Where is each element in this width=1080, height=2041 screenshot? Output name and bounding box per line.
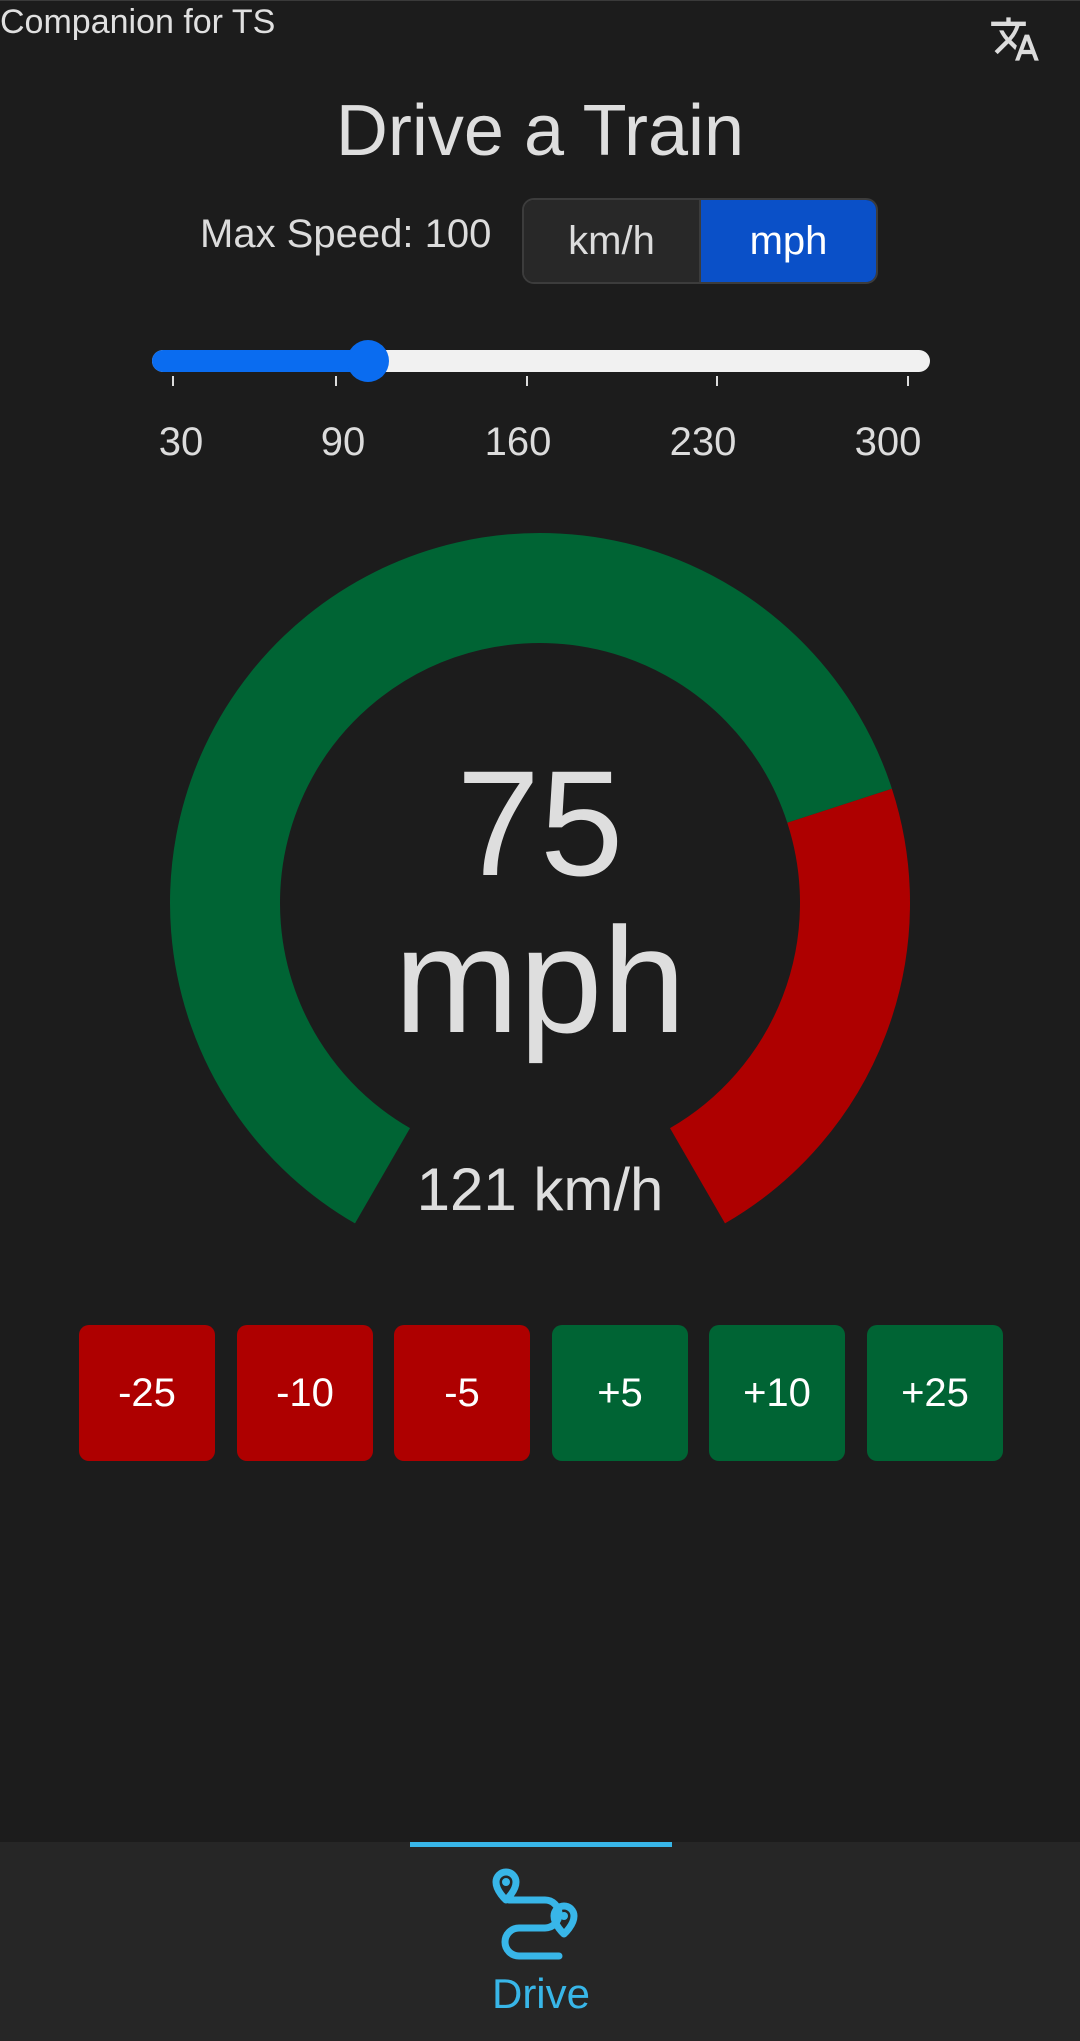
- nav-active-indicator: [410, 1842, 672, 1847]
- speed-gauge: [170, 533, 910, 1224]
- nav-item-drive[interactable]: Drive: [410, 1852, 672, 2032]
- decrease-5-button[interactable]: -5: [394, 1325, 530, 1461]
- decrease-10-button[interactable]: -10: [237, 1325, 373, 1461]
- speed-value: 75: [456, 739, 624, 907]
- speed-unit: mph: [394, 896, 686, 1064]
- alt-speed: 121 km/h: [416, 1156, 664, 1223]
- increase-5-button[interactable]: +5: [552, 1325, 688, 1461]
- decrease-25-button[interactable]: -25: [79, 1325, 215, 1461]
- increase-10-button[interactable]: +10: [709, 1325, 845, 1461]
- increase-25-button[interactable]: +25: [867, 1325, 1003, 1461]
- bottom-nav: Drive: [0, 1842, 1080, 2041]
- route-icon: [492, 1868, 578, 1960]
- nav-item-drive-label: Drive: [491, 1970, 590, 2017]
